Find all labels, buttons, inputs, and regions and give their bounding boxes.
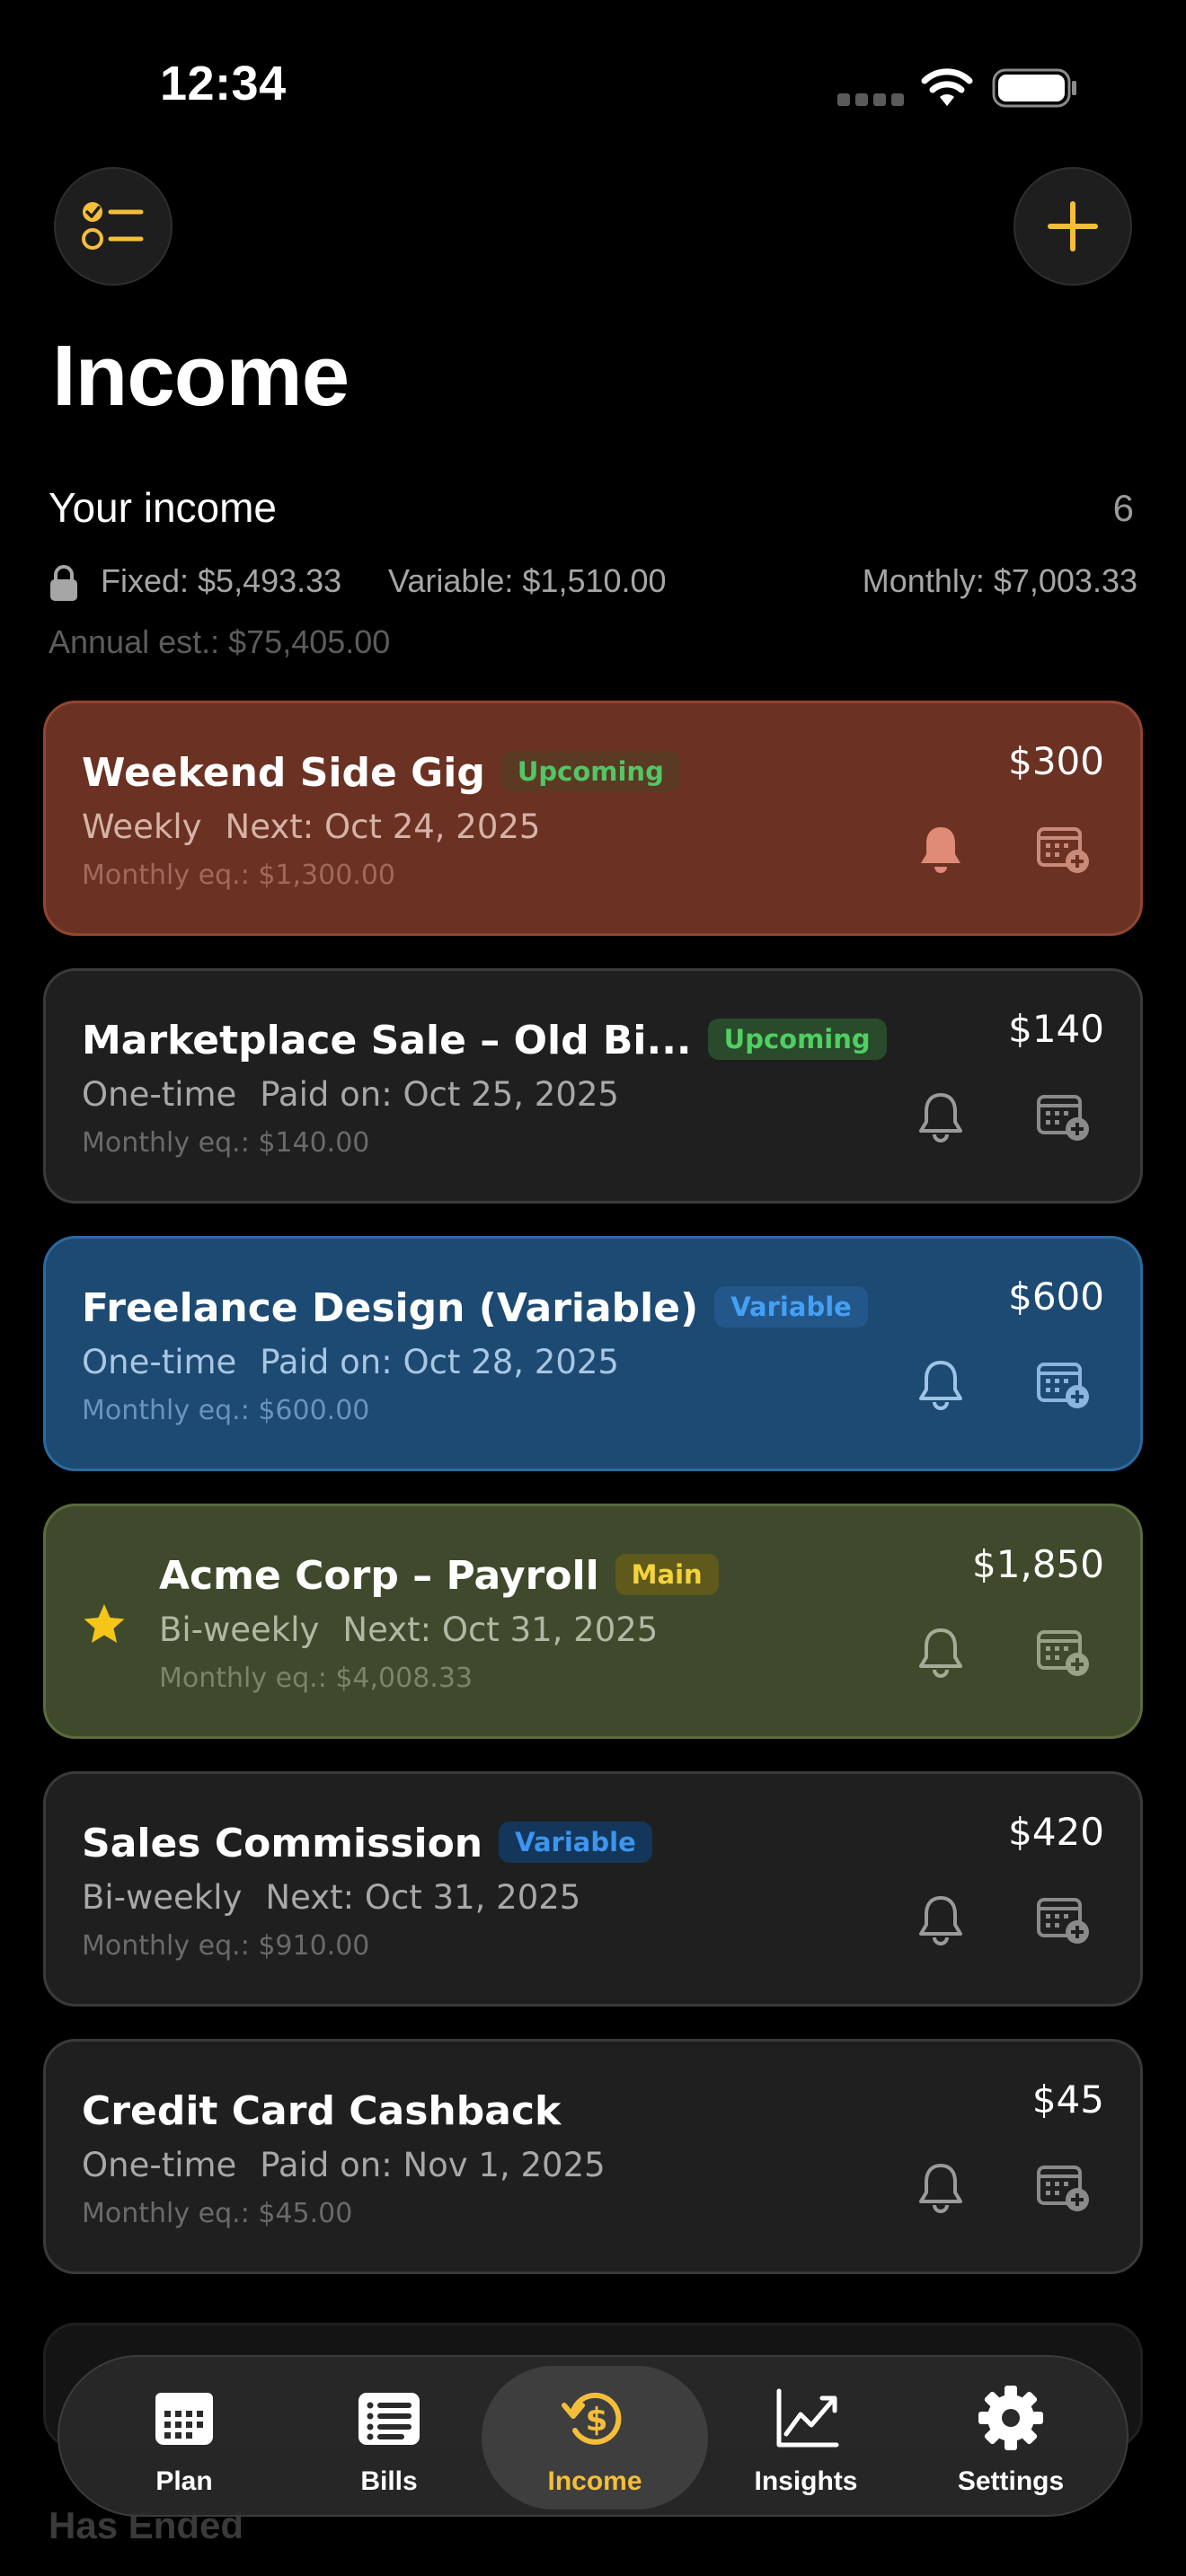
income-schedule: One-time Paid on: Oct 25, 2025	[82, 1075, 619, 1114]
status-badge: Upcoming	[500, 751, 680, 792]
monthly-equivalent: Monthly eq.: $910.00	[82, 1930, 370, 1962]
income-card[interactable]: Freelance Design (Variable) Variable One-…	[43, 1236, 1143, 1471]
income-name: Acme Corp – Payroll Main	[159, 1553, 719, 1599]
income-date: Next: Oct 31, 2025	[342, 1610, 659, 1649]
income-frequency: Bi-weekly	[159, 1610, 320, 1649]
income-card[interactable]: Credit Card Cashback One-time Paid on: No…	[43, 2039, 1143, 2274]
add-to-calendar-icon[interactable]	[1036, 1091, 1092, 1143]
status-badge: Variable	[499, 1822, 652, 1863]
add-to-calendar-icon[interactable]	[1036, 1894, 1092, 1946]
income-name: Credit Card Cashback	[82, 2088, 562, 2134]
income-date: Next: Oct 24, 2025	[225, 807, 541, 846]
tab-label: Settings	[957, 2466, 1065, 2496]
monthly-equivalent: Monthly eq.: $140.00	[82, 1127, 370, 1159]
gear-icon	[978, 2386, 1043, 2450]
income-frequency: Bi-weekly	[82, 1878, 243, 1917]
income-amount: $140	[1008, 1007, 1104, 1051]
plus-icon	[1048, 201, 1098, 251]
income-card[interactable]: Acme Corp – Payroll Main Bi-weekly Next: O…	[43, 1504, 1143, 1739]
bell-icon[interactable]	[916, 2162, 966, 2214]
status-time: 12:34	[160, 57, 287, 110]
status-badge: Upcoming	[707, 1019, 887, 1060]
filter-button[interactable]	[54, 167, 173, 286]
bell-icon[interactable]	[916, 1894, 966, 1946]
bell-icon[interactable]	[916, 1091, 966, 1143]
status-badge: Variable	[714, 1286, 868, 1328]
wifi-icon	[921, 68, 973, 106]
income-frequency: One-time	[82, 1343, 237, 1381]
tab-label: Bills	[360, 2466, 418, 2496]
add-to-calendar-icon[interactable]	[1036, 1627, 1092, 1679]
add-to-calendar-icon[interactable]	[1036, 1359, 1092, 1411]
bell-icon[interactable]	[916, 1627, 966, 1679]
checklist-icon	[82, 202, 144, 250]
bell-icon[interactable]	[916, 1359, 966, 1411]
monthly-equivalent: Monthly eq.: $45.00	[82, 2198, 353, 2229]
status-badge: Main	[615, 1554, 719, 1595]
income-amount: $45	[1031, 2078, 1104, 2122]
bell-icon[interactable]	[916, 824, 966, 876]
battery-icon	[992, 68, 1076, 108]
annual-estimate: Annual est.: $75,405.00	[49, 623, 391, 660]
tab-bar: Plan Bills $ Income Insights Settings	[58, 2355, 1128, 2517]
income-frequency: Weekly	[82, 807, 202, 846]
page-title: Income	[52, 328, 350, 424]
income-date: Paid on: Oct 25, 2025	[260, 1075, 619, 1114]
summary-totals: Fixed: $5,493.33 Variable: $1,510.00 Mon…	[49, 560, 1137, 607]
income-frequency: One-time	[82, 1075, 237, 1114]
status-bar: 12:34	[0, 0, 1186, 171]
calendar-grid-icon	[155, 2393, 213, 2445]
income-amount: $1,850	[972, 1542, 1104, 1586]
monthly-equivalent: Monthly eq.: $4,008.33	[159, 1663, 474, 1694]
monthly-total: Monthly: $7,003.33	[862, 562, 1137, 599]
income-name: Weekend Side Gig Upcoming	[82, 750, 680, 796]
income-date: Paid on: Nov 1, 2025	[260, 2146, 606, 2184]
monthly-equivalent: Monthly eq.: $1,300.00	[82, 860, 396, 891]
income-name: Freelance Design (Variable) Variable	[82, 1285, 868, 1331]
svg-text:$: $	[585, 2402, 607, 2439]
income-name: Sales Commission Variable	[82, 1821, 652, 1866]
income-schedule: One-time Paid on: Oct 28, 2025	[82, 1343, 619, 1381]
income-frequency: One-time	[82, 2146, 237, 2184]
list-icon	[358, 2393, 420, 2445]
star-icon	[84, 1604, 125, 1643]
fixed-total: Fixed: $5,493.33	[101, 562, 342, 599]
income-count: 6	[1112, 487, 1134, 529]
income-amount: $600	[1008, 1275, 1104, 1319]
summary-title: Your income	[49, 484, 278, 531]
income-card[interactable]: Marketplace Sale – Old Bi... Upcoming One…	[43, 968, 1143, 1204]
monthly-equivalent: Monthly eq.: $600.00	[82, 1395, 370, 1426]
tab-bills[interactable]: Bills	[286, 2357, 492, 2519]
variable-total: Variable: $1,510.00	[388, 562, 667, 599]
income-date: Next: Oct 31, 2025	[265, 1878, 581, 1917]
tab-label: Insights	[754, 2466, 858, 2496]
tab-plan[interactable]: Plan	[81, 2357, 288, 2519]
trend-chart-icon	[776, 2388, 839, 2448]
tab-label: Plan	[155, 2466, 213, 2496]
tab-income[interactable]: $ Income	[482, 2357, 708, 2519]
income-schedule: Weekly Next: Oct 24, 2025	[82, 807, 540, 846]
income-date: Paid on: Oct 28, 2025	[260, 1343, 619, 1381]
income-name: Marketplace Sale – Old Bi... Upcoming	[82, 1018, 887, 1063]
add-income-button[interactable]	[1013, 167, 1132, 286]
cellular-signal-icon	[837, 93, 904, 106]
tab-insights[interactable]: Insights	[703, 2357, 909, 2519]
income-schedule: Bi-weekly Next: Oct 31, 2025	[82, 1878, 580, 1917]
income-amount: $300	[1008, 739, 1104, 783]
dollar-cycle-icon: $	[562, 2392, 622, 2445]
income-card[interactable]: Weekend Side Gig Upcoming Weekly Next: Oct…	[43, 701, 1143, 936]
tab-label: Income	[547, 2466, 642, 2496]
add-to-calendar-icon[interactable]	[1036, 824, 1092, 876]
income-amount: $420	[1008, 1810, 1104, 1854]
tab-settings[interactable]: Settings	[907, 2357, 1114, 2519]
income-schedule: One-time Paid on: Nov 1, 2025	[82, 2146, 606, 2184]
income-card[interactable]: Sales Commission Variable Bi-weekly Next: …	[43, 1771, 1143, 2007]
lock-icon	[50, 565, 77, 601]
income-schedule: Bi-weekly Next: Oct 31, 2025	[159, 1610, 658, 1649]
add-to-calendar-icon[interactable]	[1036, 2162, 1092, 2214]
